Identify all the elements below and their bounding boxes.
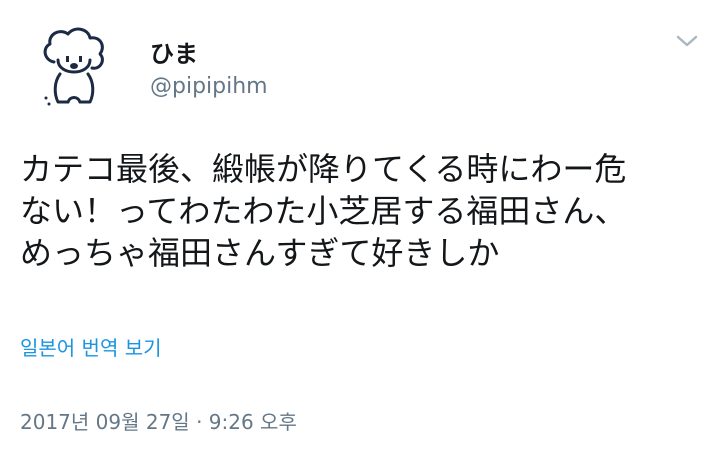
tweet-text-line: ない！ってわたわた小芝居する福田さん、 [20, 192, 627, 230]
display-name[interactable]: ひま [150, 34, 198, 69]
dog-illustration-icon [43, 27, 104, 106]
avatar[interactable] [24, 16, 124, 116]
tweet-card: ひま @pipipihm カテコ最後、緞帳が降りてくる時にわー危 ない！ってわた… [0, 0, 720, 455]
translate-link[interactable]: 일본어 번역 보기 [20, 332, 162, 361]
tweet-text: カテコ最後、緞帳が降りてくる時にわー危 ない！ってわたわた小芝居する福田さん、 … [20, 148, 700, 274]
chevron-down-icon[interactable] [672, 30, 702, 52]
timestamp[interactable]: 2017년 09월 27일 · 9:26 오후 [20, 406, 297, 435]
tweet-text-line: めっちゃ福田さんすぎて好きしか [20, 234, 500, 272]
user-handle[interactable]: @pipipihm [150, 74, 268, 99]
tweet-text-line: カテコ最後、緞帳が降りてくる時にわー危 [20, 150, 627, 188]
